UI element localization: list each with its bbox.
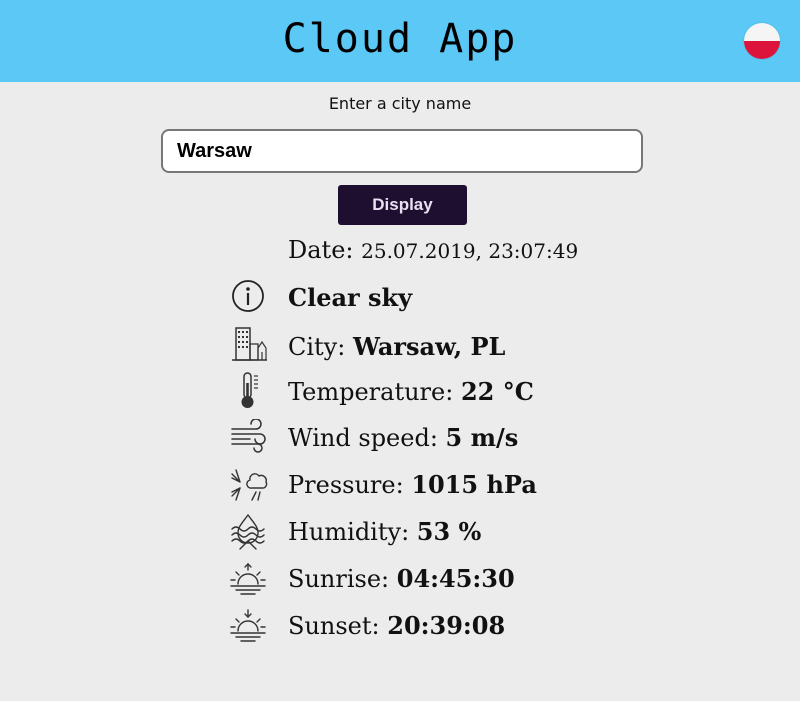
sunset-label: Sunset: <box>288 612 380 640</box>
wind-row: Wind speed: 5 m/s <box>228 419 648 459</box>
sunrise-value: 04:45:30 <box>396 564 515 593</box>
humidity-label: Humidity: <box>288 518 410 546</box>
date-line: Date: 25.07.2019, 23:07:49 <box>288 236 578 264</box>
humidity-row: Humidity: 53 % <box>228 513 648 553</box>
temperature-value: 22 °C <box>460 377 534 406</box>
display-button[interactable]: Display <box>338 185 467 225</box>
humidity-drop-icon <box>228 513 268 553</box>
date-value: 25.07.2019, 23:07:49 <box>361 239 579 263</box>
sunset-icon <box>228 607 268 647</box>
sunrise-row: Sunrise: 04:45:30 <box>228 560 648 600</box>
city-row: City: Warsaw, PL <box>228 326 648 366</box>
temperature-row: Temperature: 22 °C <box>228 371 648 411</box>
info-icon <box>228 279 268 319</box>
wind-icon <box>228 419 268 459</box>
description-row: Clear sky <box>228 279 648 319</box>
wind-value: 5 m/s <box>445 423 519 452</box>
sunset-row: Sunset: 20:39:08 <box>228 607 648 647</box>
city-label: City: <box>288 333 346 361</box>
weather-description: Clear sky <box>288 283 413 312</box>
pressure-cloud-icon <box>228 466 268 506</box>
app-header: Cloud App <box>0 0 800 82</box>
poland-flag-icon[interactable] <box>744 23 780 59</box>
pressure-label: Pressure: <box>288 471 404 499</box>
city-input[interactable] <box>161 129 643 173</box>
wind-label: Wind speed: <box>288 424 438 452</box>
sunset-value: 20:39:08 <box>387 611 506 640</box>
city-buildings-icon <box>228 326 268 366</box>
temperature-label: Temperature: <box>288 378 454 406</box>
city-prompt-label: Enter a city name <box>328 94 472 113</box>
city-value: Warsaw, PL <box>352 332 506 361</box>
date-label: Date: <box>288 236 354 264</box>
sunrise-label: Sunrise: <box>288 565 390 593</box>
sunrise-icon <box>228 560 268 600</box>
pressure-value: 1015 hPa <box>411 470 537 499</box>
app-title: Cloud App <box>282 16 518 62</box>
thermometer-icon <box>228 371 268 411</box>
pressure-row: Pressure: 1015 hPa <box>228 466 648 506</box>
humidity-value: 53 % <box>416 517 482 546</box>
